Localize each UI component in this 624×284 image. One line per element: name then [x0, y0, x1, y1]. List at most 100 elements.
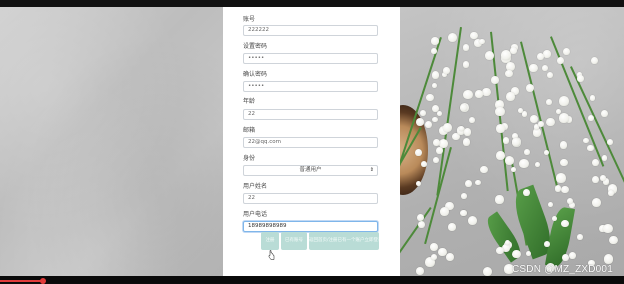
flower-bell	[534, 161, 541, 167]
flower-stem	[570, 66, 624, 185]
flower-bell	[475, 90, 483, 98]
flower-bell	[463, 89, 474, 100]
password-input[interactable]: •••••	[243, 53, 378, 64]
flower-bell	[600, 174, 606, 181]
flower-bell	[558, 96, 569, 106]
have-account-button[interactable]: 已有账号	[281, 232, 307, 250]
username-label: 用户姓名	[243, 183, 268, 190]
flower-bell	[524, 148, 531, 155]
flower-bell	[431, 71, 439, 79]
flower-bell	[546, 72, 553, 79]
flower-bell	[432, 156, 439, 163]
back-home-button[interactable]: 返回首页/注册已有一个账户立即登录	[309, 232, 379, 250]
account-label: 账号	[243, 16, 256, 23]
select-caret-icon: ⇕	[369, 167, 374, 173]
flower-bell	[475, 179, 481, 186]
flower-bell	[603, 223, 613, 234]
flower-bell	[496, 246, 505, 255]
flower-bell	[537, 120, 545, 128]
flower-bell	[532, 128, 542, 138]
flower-bell	[547, 201, 553, 207]
flower-bell	[419, 109, 427, 117]
flower-bell	[416, 213, 424, 221]
flower-bell	[420, 160, 428, 168]
flower-bell	[462, 44, 470, 51]
flower-bell	[467, 215, 477, 226]
flower-bell	[418, 220, 426, 228]
flower-bell	[442, 122, 453, 133]
flower-bell	[415, 266, 424, 275]
role-select[interactable]: 普通用户 ⇕	[243, 165, 378, 176]
flower-bell	[470, 32, 478, 40]
flower-bell	[430, 37, 439, 45]
password-label: 设置密码	[243, 43, 268, 50]
flower-bell	[458, 125, 464, 131]
flower-bell	[460, 193, 467, 200]
confirm-password-input[interactable]: •••••	[243, 81, 378, 92]
flower-bell	[443, 67, 450, 74]
flower-bell	[536, 52, 544, 60]
flower-bell	[589, 95, 595, 101]
role-select-value: 普通用户	[299, 167, 322, 173]
flower-bell	[496, 151, 505, 160]
flower-bell	[590, 57, 598, 65]
flower-bell	[530, 114, 539, 123]
flower-bell	[495, 195, 504, 204]
phone-input[interactable]: 18989898989	[243, 221, 378, 232]
flower-bell	[562, 48, 570, 55]
flower-bell	[480, 165, 489, 174]
flower-bell	[607, 138, 614, 146]
mouse-cursor-icon	[268, 250, 275, 260]
flower-bell	[551, 215, 558, 222]
flower-bell	[446, 252, 455, 261]
flower-bell	[495, 124, 505, 133]
flower-bell	[587, 144, 594, 152]
flower-bell	[561, 219, 569, 228]
flower-bell	[500, 50, 511, 60]
flower-bell	[512, 249, 521, 258]
username-input[interactable]: 22	[243, 193, 378, 204]
flower-bell	[556, 173, 566, 183]
flower-bell	[562, 253, 570, 262]
flower-bell	[554, 185, 562, 192]
flower-bell	[543, 50, 551, 58]
flower-bell	[556, 56, 565, 65]
flower-bell	[448, 223, 457, 231]
flower-bell	[479, 38, 485, 44]
flower-bell	[468, 116, 476, 124]
flower-bell	[482, 87, 491, 97]
flower-bell	[529, 63, 538, 73]
flower-bell	[511, 138, 520, 147]
screen-bottom-bar	[0, 276, 624, 284]
flower-bell	[431, 82, 438, 89]
flower-bell	[439, 206, 450, 217]
flower-bell	[426, 93, 434, 102]
flower-bell	[415, 180, 422, 187]
flower-bell	[559, 113, 569, 123]
flower-bell	[482, 266, 492, 276]
flower-bell	[608, 190, 614, 196]
age-input[interactable]: 22	[243, 109, 378, 120]
background-flower-photo	[400, 7, 624, 276]
flower-bell	[502, 137, 510, 144]
flower-bell	[447, 32, 457, 42]
flower-bell	[602, 155, 608, 161]
video-progress-line	[0, 280, 44, 282]
flower-bell	[505, 92, 515, 102]
flower-bell	[542, 64, 549, 71]
flower-bell	[495, 106, 505, 117]
flower-bell	[583, 137, 589, 144]
flower-bell	[543, 240, 550, 247]
submit-button[interactable]: 注册	[261, 232, 279, 250]
flower-bell	[591, 197, 601, 208]
account-input[interactable]: 222222	[243, 25, 378, 36]
email-input[interactable]: 22@qq.com	[243, 137, 378, 148]
record-indicator-icon	[40, 278, 46, 284]
flower-bell	[601, 109, 609, 118]
screen-top-bar	[0, 0, 624, 7]
role-label: 身份	[243, 155, 256, 162]
flower-bell	[523, 188, 531, 196]
phone-label: 用户电话	[243, 211, 268, 218]
flower-bell	[560, 185, 569, 194]
flower-bell	[559, 158, 568, 167]
